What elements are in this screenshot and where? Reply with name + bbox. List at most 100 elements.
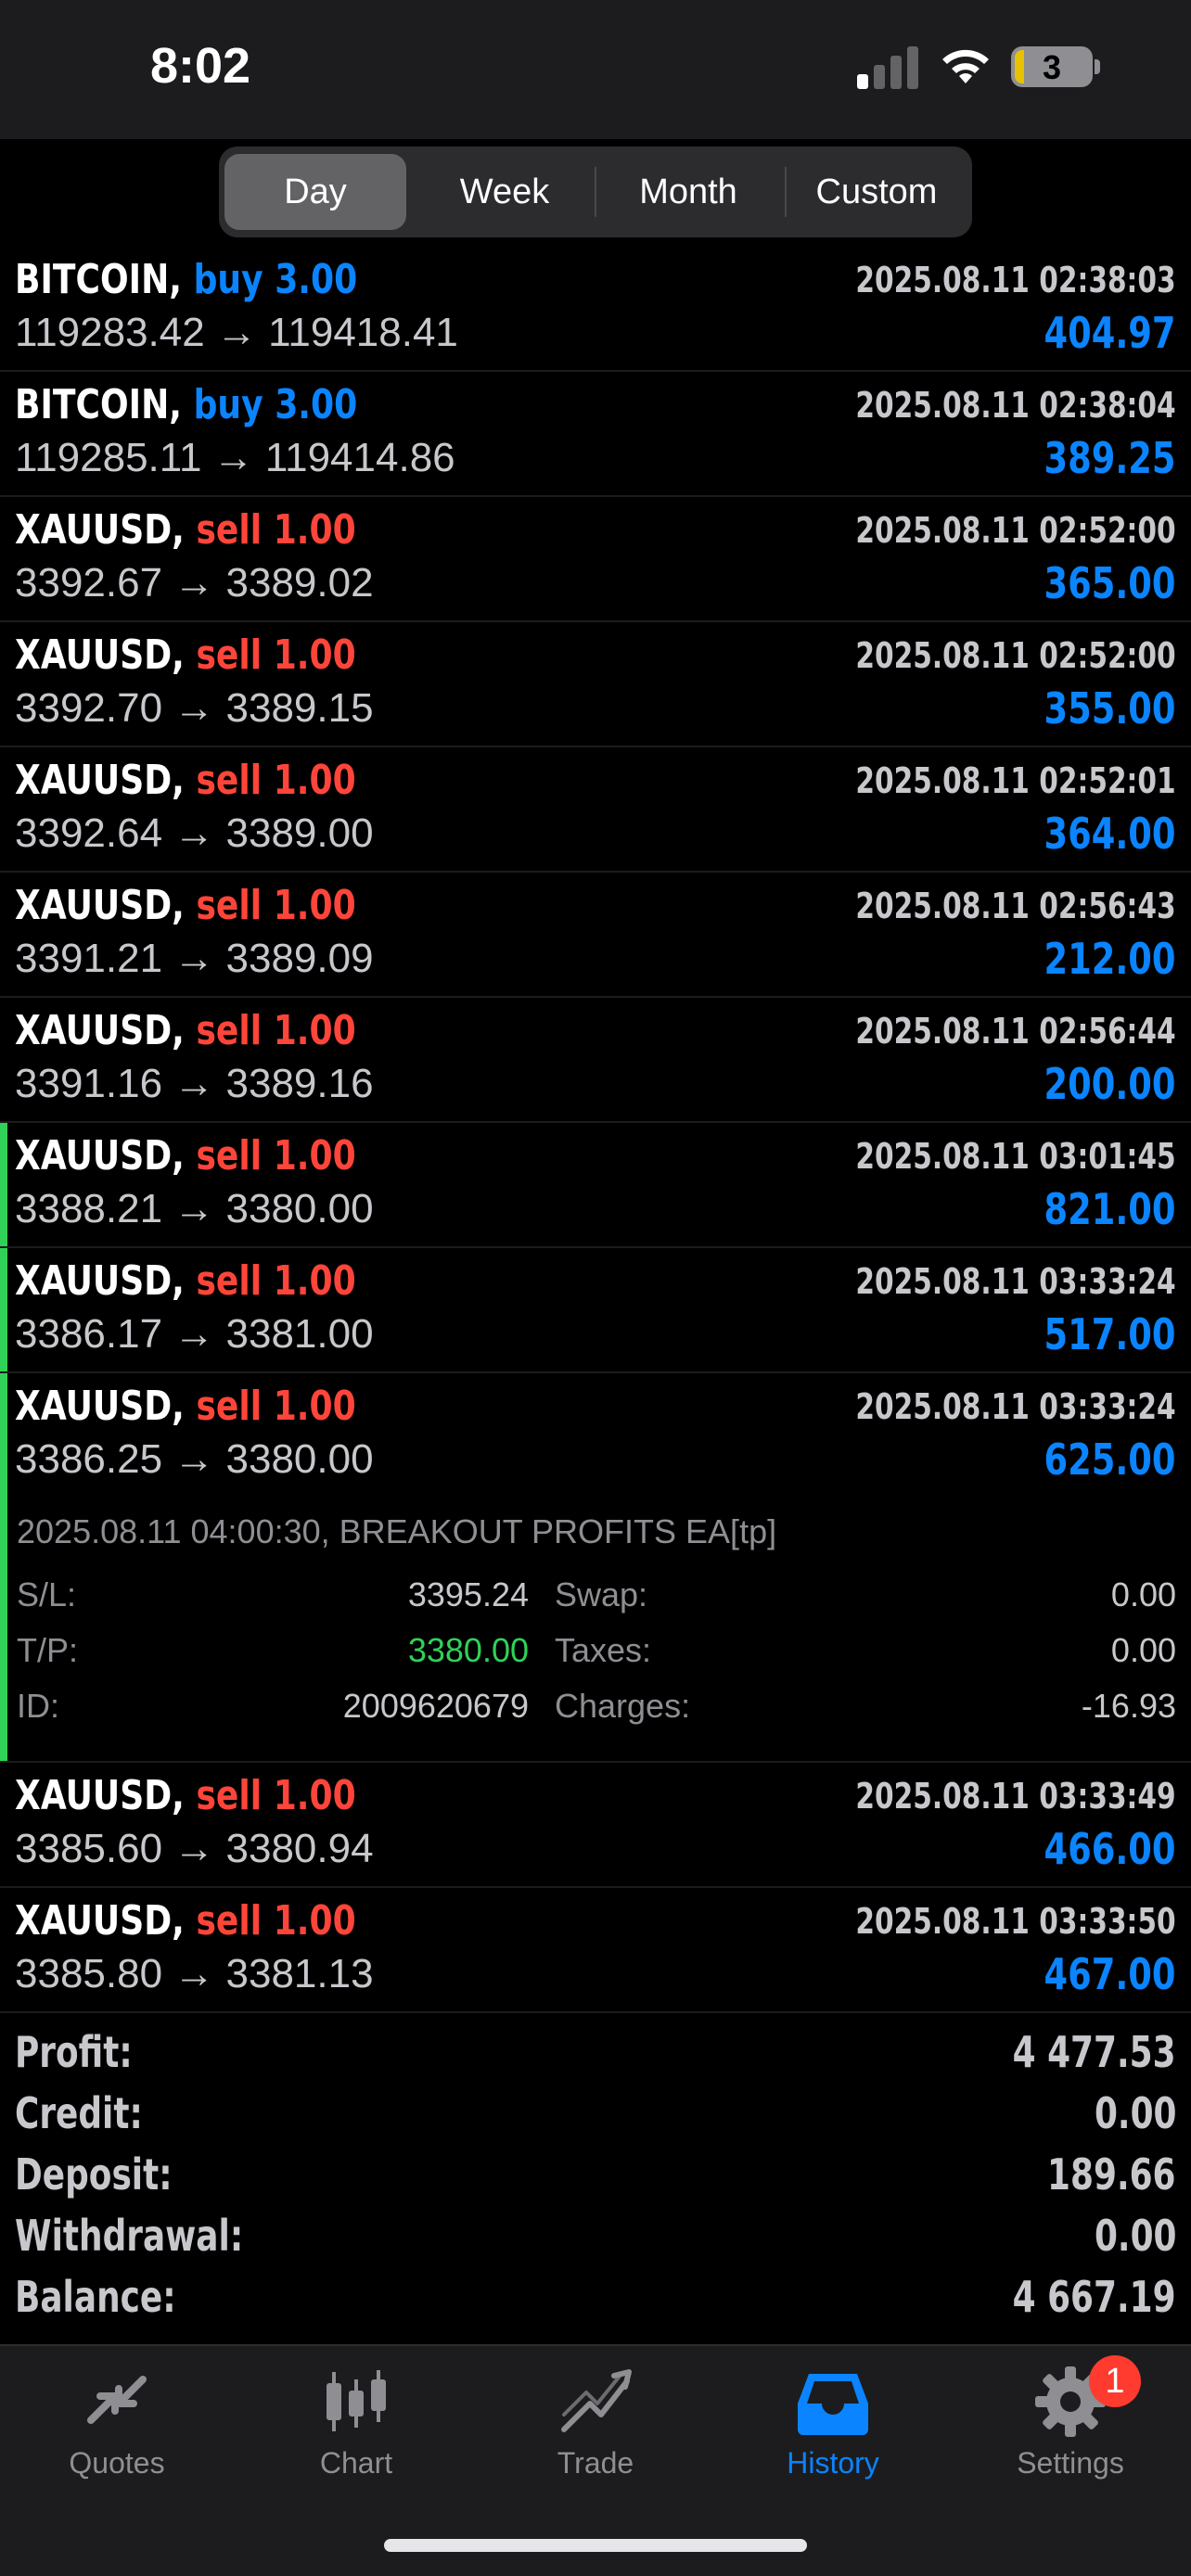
deal-time: 2025.08.11 02:56:44 (855, 1011, 1176, 1052)
deal-prices: 3391.21 → 3389.09 (15, 936, 374, 981)
deal-prices: 3392.64 → 3389.00 (15, 810, 374, 856)
sl-label: S/L: (17, 1575, 77, 1613)
deal-volume: 1.00 (273, 757, 356, 804)
tab-label: Quotes (69, 2446, 165, 2480)
tab-label: Chart (319, 2446, 393, 2480)
deal-prices: 3385.80 → 3381.13 (15, 1951, 374, 1996)
deal-row[interactable]: BITCOIN, buy 3.00 2025.08.11 02:38:03 11… (0, 247, 1191, 372)
summary-label: Profit: (15, 2027, 133, 2077)
taxes-value: 0.00 (1110, 1631, 1176, 1669)
taxes-label: Taxes: (555, 1631, 652, 1669)
deal-volume: 1.00 (273, 1897, 356, 1945)
deal-profit: 364.00 (1044, 809, 1176, 859)
period-custom[interactable]: Custom (787, 154, 967, 230)
deal-volume: 1.00 (273, 1257, 356, 1305)
deal-time: 2025.08.11 03:33:49 (855, 1776, 1176, 1817)
summary-row-balance: Balance: 4 667.19 (0, 2266, 1191, 2327)
deal-volume: 3.00 (275, 381, 358, 428)
period-week[interactable]: Week (414, 154, 596, 230)
deal-symbol: XAUUSD, (15, 631, 185, 679)
deal-prices: 3392.70 → 3389.15 (15, 685, 374, 731)
deal-prices: 3388.21 → 3380.00 (15, 1186, 374, 1231)
deal-profit: 200.00 (1044, 1059, 1176, 1109)
summary-row-withdrawal: Withdrawal: 0.00 (0, 2205, 1191, 2266)
deal-symbol: BITCOIN, (15, 256, 183, 303)
deal-time: 2025.08.11 02:52:00 (855, 635, 1176, 676)
deal-prices: 119285.11 → 119414.86 (15, 435, 455, 480)
deal-side: sell (196, 1772, 263, 1819)
deal-symbol: XAUUSD, (15, 1897, 185, 1945)
deal-profit: 467.00 (1044, 1949, 1176, 1999)
tab-label: Settings (1017, 2446, 1124, 2480)
deal-volume: 1.00 (273, 882, 356, 929)
deal-row[interactable]: XAUUSD, sell 1.00 2025.08.11 02:56:43 33… (0, 873, 1191, 998)
deal-row[interactable]: XAUUSD, sell 1.00 2025.08.11 02:52:00 33… (0, 622, 1191, 747)
cellular-signal-icon (857, 45, 920, 89)
deal-time: 2025.08.11 03:33:24 (855, 1386, 1176, 1427)
deal-side: sell (196, 1132, 263, 1180)
chart-icon (327, 2370, 386, 2431)
deal-row-expanded[interactable]: XAUUSD, sell 1.00 2025.08.11 03:33:24 33… (0, 1373, 1191, 1763)
segment-divider (595, 167, 596, 217)
deal-symbol: XAUUSD, (15, 1772, 185, 1819)
deal-time: 2025.08.11 02:52:01 (855, 760, 1176, 801)
deal-profit: 625.00 (1044, 1435, 1176, 1485)
quotes-icon (87, 2376, 147, 2424)
deal-row[interactable]: XAUUSD, sell 1.00 2025.08.11 03:33:50 33… (0, 1888, 1191, 2013)
deal-prices: 119283.42 → 119418.41 (15, 310, 458, 355)
summary-label: Deposit: (15, 2149, 173, 2200)
period-selector: Day Week Month Custom (219, 147, 972, 237)
deal-time: 2025.08.11 02:52:00 (855, 510, 1176, 551)
deal-time: 2025.08.11 03:33:50 (855, 1901, 1176, 1942)
deal-side: buy (193, 381, 263, 428)
deal-profit: 212.00 (1044, 934, 1176, 984)
summary-value: 4 477.53 (1013, 2027, 1176, 2077)
deal-profit: 404.97 (1044, 308, 1176, 358)
summary-value: 4 667.19 (1013, 2272, 1176, 2322)
deal-side: sell (196, 1897, 263, 1945)
summary-value: 0.00 (1094, 2211, 1176, 2261)
summary-label: Withdrawal: (15, 2211, 244, 2261)
settings-badge: 1 (1089, 2355, 1141, 2407)
battery-level: 3 (1042, 48, 1062, 86)
account-summary: Profit: 4 477.53 Credit: 0.00 Deposit: 1… (0, 2021, 1191, 2327)
deal-profit: 466.00 (1044, 1824, 1176, 1874)
id-label: ID: (17, 1687, 60, 1725)
tab-label: History (787, 2446, 879, 2480)
deal-time: 2025.08.11 02:38:04 (855, 385, 1176, 426)
deal-row[interactable]: XAUUSD, sell 1.00 2025.08.11 03:33:49 33… (0, 1763, 1191, 1888)
deal-side: sell (196, 506, 263, 554)
summary-label: Credit: (15, 2088, 143, 2138)
deal-time: 2025.08.11 02:56:43 (855, 886, 1176, 926)
deal-row[interactable]: XAUUSD, sell 1.00 2025.08.11 02:56:44 33… (0, 998, 1191, 1123)
id-value: 2009620679 (342, 1687, 529, 1725)
tab-trade[interactable]: Trade (503, 2363, 688, 2502)
tab-history[interactable]: History (740, 2363, 926, 2502)
deal-row[interactable]: XAUUSD, sell 1.00 2025.08.11 02:52:01 33… (0, 747, 1191, 873)
deal-time: 2025.08.11 03:01:45 (855, 1136, 1176, 1177)
deal-side: sell (196, 1257, 263, 1305)
deal-prices: 3385.60 → 3380.94 (15, 1826, 374, 1871)
status-time: 8:02 (150, 38, 251, 94)
deal-side: sell (196, 631, 263, 679)
tab-chart[interactable]: Chart (263, 2363, 449, 2502)
charges-label: Charges: (555, 1687, 691, 1725)
deal-row[interactable]: XAUUSD, sell 1.00 2025.08.11 03:33:24 33… (0, 1248, 1191, 1373)
deal-row[interactable]: BITCOIN, buy 3.00 2025.08.11 02:38:04 11… (0, 372, 1191, 497)
deal-volume: 1.00 (273, 1007, 356, 1054)
deal-symbol: XAUUSD, (15, 1007, 185, 1054)
period-day[interactable]: Day (224, 154, 406, 230)
home-indicator (384, 2539, 807, 2552)
trade-icon (561, 2369, 632, 2432)
deal-volume: 1.00 (273, 1383, 356, 1430)
deal-profit: 365.00 (1044, 558, 1176, 608)
period-month[interactable]: Month (597, 154, 779, 230)
deal-highlight-bar (0, 1248, 7, 1371)
summary-row-profit: Profit: 4 477.53 (0, 2021, 1191, 2083)
deal-row[interactable]: XAUUSD, sell 1.00 2025.08.11 02:52:00 33… (0, 497, 1191, 622)
deal-volume: 1.00 (273, 506, 356, 554)
deal-row[interactable]: XAUUSD, sell 1.00 2025.08.11 03:01:45 33… (0, 1123, 1191, 1248)
swap-label: Swap: (555, 1575, 648, 1613)
tab-quotes[interactable]: Quotes (24, 2363, 210, 2502)
deal-volume: 1.00 (273, 1132, 356, 1180)
